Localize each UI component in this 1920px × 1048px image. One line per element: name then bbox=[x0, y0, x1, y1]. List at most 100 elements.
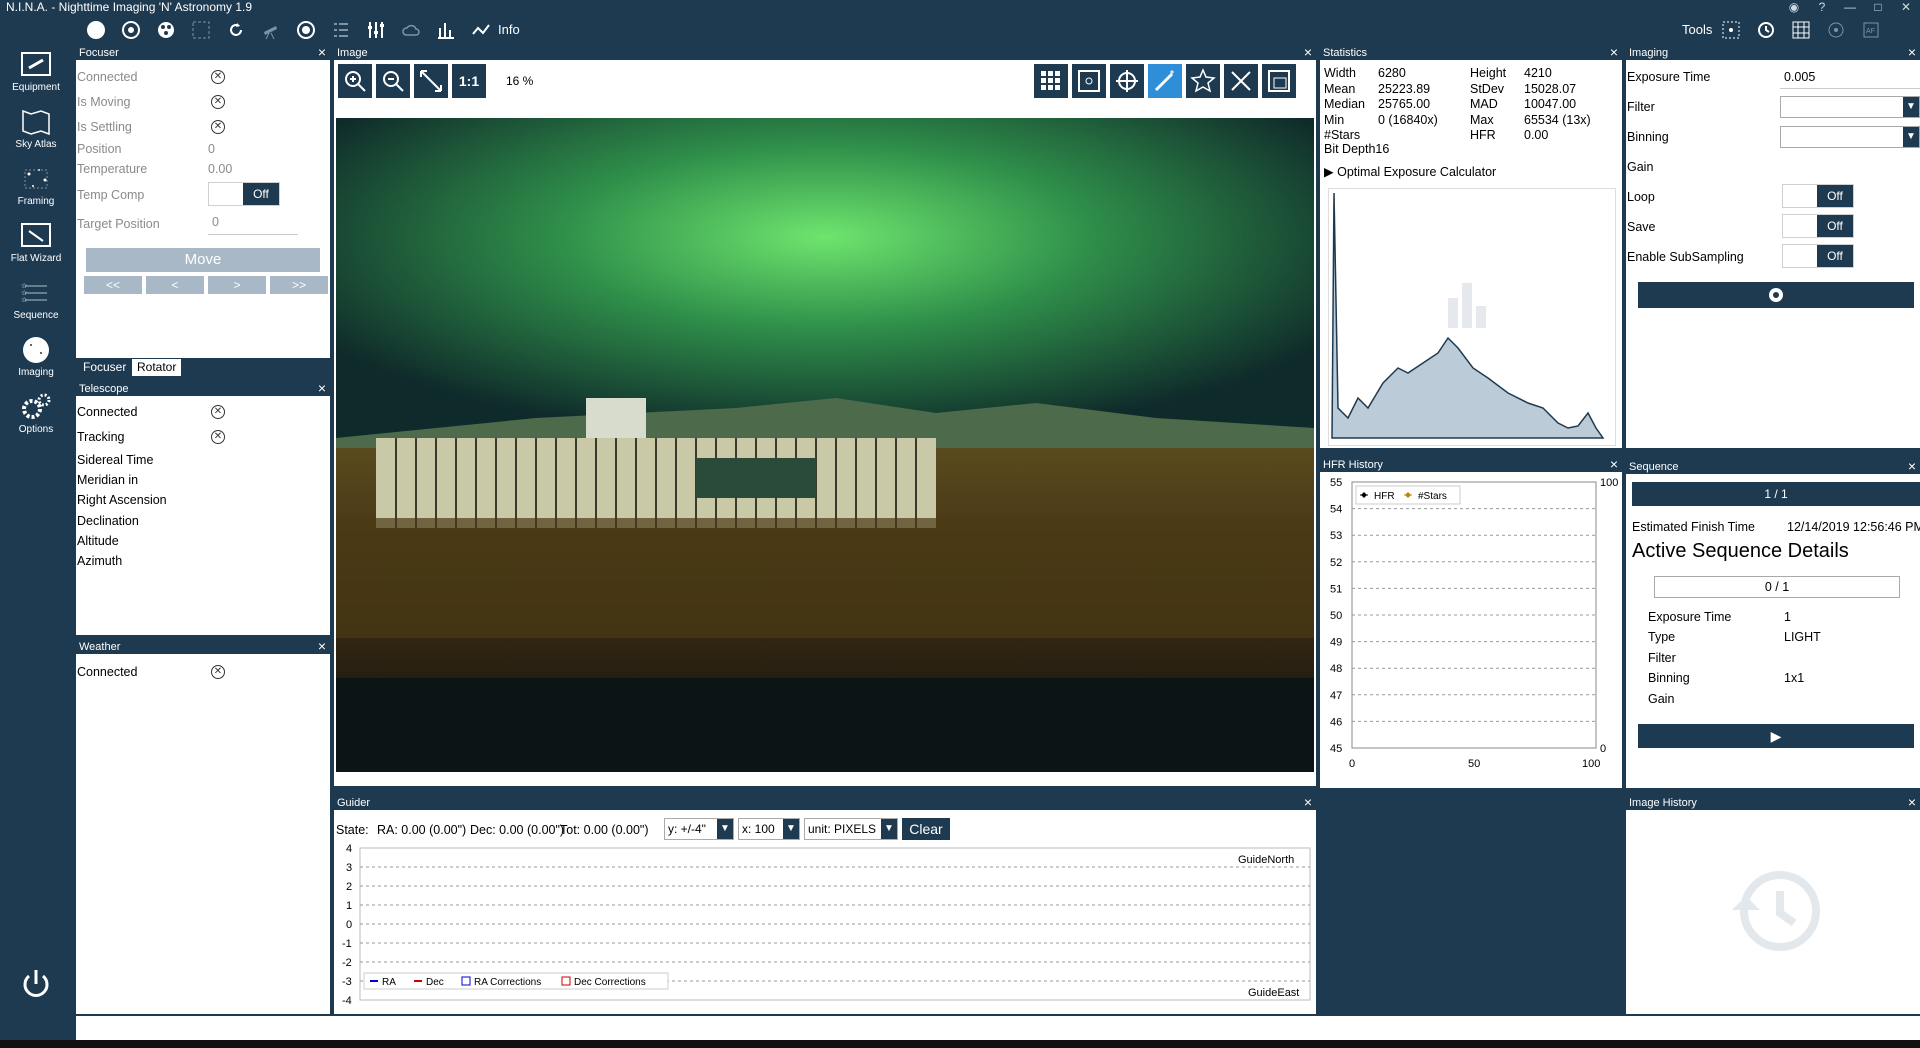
legend-dec: Dec bbox=[426, 977, 444, 988]
tab-focuser[interactable]: Focuser bbox=[78, 359, 131, 376]
close-icon[interactable]: × bbox=[1610, 46, 1618, 59]
close-icon[interactable]: × bbox=[318, 382, 326, 395]
close-icon[interactable]: × bbox=[1908, 460, 1916, 473]
graph-icon[interactable] bbox=[470, 19, 492, 41]
focuser-wheel-icon[interactable] bbox=[155, 19, 177, 41]
tools-label[interactable]: Tools bbox=[1682, 22, 1712, 37]
filter-select[interactable]: ▼ bbox=[1780, 96, 1920, 118]
zoom-out-button[interactable] bbox=[376, 64, 410, 98]
hfr-history-title: HFR History bbox=[1323, 459, 1383, 471]
debayer-button[interactable] bbox=[1224, 64, 1258, 98]
auto-stretch-button[interactable] bbox=[1148, 64, 1182, 98]
fullscreen-button[interactable] bbox=[1262, 64, 1296, 98]
histogram bbox=[1328, 188, 1616, 446]
exposure-time-input[interactable]: 0.005 bbox=[1784, 70, 1815, 84]
info-label[interactable]: Info bbox=[498, 22, 520, 37]
weather-cloud-icon[interactable] bbox=[400, 19, 422, 41]
power-icon[interactable] bbox=[18, 966, 54, 1002]
move-button[interactable]: Move bbox=[86, 248, 320, 272]
bar-chart-icon[interactable] bbox=[435, 19, 457, 41]
guider-icon[interactable] bbox=[295, 19, 317, 41]
target-icon[interactable] bbox=[1825, 19, 1847, 41]
nav-sequence[interactable]: ☆ ☆ ☆ Sequence bbox=[0, 274, 72, 330]
help-icon[interactable]: ? bbox=[1808, 0, 1836, 14]
statistics-table: Width 6280 Height 4210 Mean 25223.89 StDev 150… bbox=[1322, 66, 1593, 144]
guider-y-tick: -4 bbox=[342, 995, 352, 1007]
star-detection-button[interactable] bbox=[1072, 64, 1106, 98]
sliders-icon[interactable] bbox=[365, 19, 387, 41]
sequence-count: 0 / 1 bbox=[1654, 576, 1900, 598]
nav-sky-atlas[interactable]: Sky Atlas bbox=[0, 103, 72, 159]
rotator-icon[interactable] bbox=[225, 19, 247, 41]
history-icon[interactable] bbox=[1755, 19, 1777, 41]
temp-comp-toggle[interactable]: Off bbox=[208, 182, 280, 206]
guide-east-label: GuideEast bbox=[1248, 987, 1299, 999]
tab-rotator[interactable]: Rotator bbox=[132, 359, 182, 376]
crop-icon bbox=[1078, 70, 1100, 92]
clear-button[interactable]: Clear bbox=[902, 818, 950, 840]
imaging-header: Imaging × bbox=[1626, 46, 1920, 60]
nav-imaging[interactable]: Imaging bbox=[0, 331, 72, 387]
nav-flat-wizard[interactable]: Flat Wizard bbox=[0, 217, 72, 273]
temp-comp-label: Temp Comp bbox=[77, 188, 145, 202]
switch-list-icon[interactable] bbox=[330, 19, 352, 41]
close-icon[interactable]: × bbox=[1610, 458, 1618, 471]
grid-icon[interactable] bbox=[1790, 19, 1812, 41]
grid-overlay-button[interactable] bbox=[1034, 64, 1068, 98]
annotate-stars-button[interactable] bbox=[1186, 64, 1220, 98]
close-icon[interactable]: × bbox=[1908, 46, 1916, 59]
save-toggle[interactable]: Off bbox=[1782, 214, 1854, 238]
framing-icon[interactable] bbox=[190, 19, 212, 41]
close-icon[interactable]: × bbox=[318, 46, 326, 59]
temperature-label: Temperature bbox=[77, 162, 148, 176]
guider-chart: 4 3 2 1 0 -1 -2 -3 -4 GuideNorth GuideEa… bbox=[342, 843, 1311, 1007]
svg-text:☆: ☆ bbox=[21, 296, 27, 304]
nav-equipment[interactable]: Equipment bbox=[0, 46, 72, 102]
one-to-one-button[interactable]: 1:1 bbox=[452, 64, 486, 98]
pattern-icon[interactable] bbox=[1720, 19, 1742, 41]
close-icon[interactable]: × bbox=[1304, 46, 1312, 59]
unit-select[interactable]: unit: PIXELS ▼ bbox=[804, 818, 898, 840]
autofocus-icon[interactable]: AF bbox=[1860, 19, 1882, 41]
close-icon[interactable]: × bbox=[318, 640, 326, 653]
capture-button[interactable] bbox=[1638, 282, 1914, 308]
seq-type-label: Type bbox=[1648, 630, 1676, 644]
nav-options[interactable]: Options bbox=[0, 388, 72, 444]
is-settling-label: Is Settling bbox=[77, 120, 132, 134]
maximize-button[interactable]: □ bbox=[1864, 0, 1892, 14]
zoom-in-button[interactable] bbox=[338, 64, 372, 98]
move-left-button[interactable]: < bbox=[146, 276, 204, 294]
image-header: Image × bbox=[334, 46, 1316, 60]
close-icon[interactable]: × bbox=[1304, 796, 1312, 809]
start-sequence-button[interactable]: ▶ bbox=[1638, 724, 1914, 748]
expand-icon bbox=[420, 70, 442, 92]
move-far-right-button[interactable]: >> bbox=[270, 276, 328, 294]
filter-wheel-icon[interactable] bbox=[120, 19, 142, 41]
loop-toggle[interactable]: Off bbox=[1782, 184, 1854, 208]
x-scale-select[interactable]: x: 100 ▼ bbox=[738, 818, 800, 840]
seq-type-value: LIGHT bbox=[1784, 630, 1821, 644]
close-icon[interactable]: × bbox=[1908, 796, 1916, 809]
camera-icon[interactable] bbox=[85, 19, 107, 41]
telescope-icon[interactable] bbox=[260, 19, 282, 41]
eye-icon[interactable]: ◉ bbox=[1780, 0, 1808, 14]
nav-framing[interactable]: Framing bbox=[0, 160, 72, 216]
fit-to-screen-button[interactable] bbox=[414, 64, 448, 98]
minimize-button[interactable]: — bbox=[1836, 0, 1864, 14]
close-window-button[interactable]: ✕ bbox=[1892, 0, 1920, 14]
nav-equipment-label: Equipment bbox=[12, 82, 60, 93]
shutter-icon bbox=[1769, 288, 1783, 302]
move-far-left-button[interactable]: << bbox=[84, 276, 142, 294]
crosshair-button[interactable] bbox=[1110, 64, 1144, 98]
sidereal-time-label: Sidereal Time bbox=[77, 453, 154, 467]
y-scale-select[interactable]: y: +/-4" ▼ bbox=[664, 818, 734, 840]
binning-select[interactable]: ▼ bbox=[1780, 126, 1920, 148]
not-tracking-icon: ✕ bbox=[211, 430, 225, 444]
position-value: 0 bbox=[208, 142, 215, 156]
subsampling-toggle[interactable]: Off bbox=[1782, 244, 1854, 268]
statistics-panel: Statistics × Width 6280 Height 4210 Mean 2522… bbox=[1320, 46, 1622, 448]
target-position-input[interactable]: 0 bbox=[212, 215, 219, 229]
optimal-exposure-expander[interactable]: ▶ Optimal Exposure Calculator bbox=[1324, 164, 1496, 179]
is-moving-label: Is Moving bbox=[77, 95, 131, 109]
move-right-button[interactable]: > bbox=[208, 276, 266, 294]
